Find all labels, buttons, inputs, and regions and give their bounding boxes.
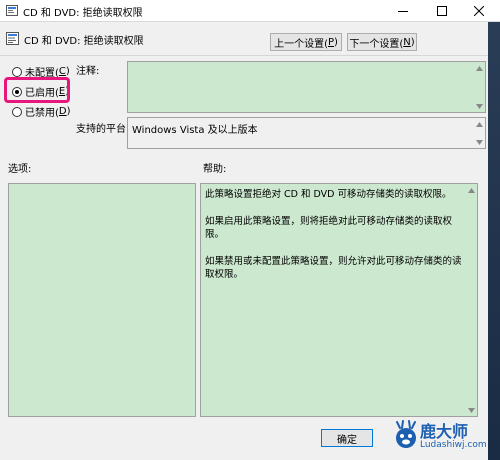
options-label: 选项: <box>8 164 32 175</box>
maximize-icon <box>437 6 447 16</box>
title-bar[interactable]: CD 和 DVD: 拒绝读取权限 <box>0 0 500 22</box>
supported-scroll-up-icon[interactable] <box>474 119 484 129</box>
app-icon <box>6 5 18 16</box>
policy-icon <box>6 32 19 45</box>
supported-on-label: 支持的平台: <box>76 124 130 135</box>
next-setting-accesskey: N <box>403 36 411 48</box>
watermark-name: 鹿大师 <box>420 422 469 441</box>
help-paragraph-3: 如果禁用或未配置此策略设置，则允许对此可移动存储类的读取权限。 <box>205 256 462 280</box>
help-paragraph-1: 此策略设置拒绝对 CD 和 DVD 可移动存储类的读取权限。 <box>205 189 452 200</box>
maximize-button[interactable] <box>425 0 459 22</box>
supported-on-field: Windows Vista 及以上版本 <box>127 117 486 149</box>
next-setting-label: 下一个设置( <box>349 38 404 50</box>
minimize-button[interactable] <box>386 0 420 22</box>
comment-label: 注释: <box>76 66 100 77</box>
comment-scroll-up-icon[interactable] <box>474 63 484 73</box>
desktop-background <box>488 22 500 460</box>
minimize-icon <box>398 6 408 16</box>
next-setting-button[interactable]: 下一个设置(N) <box>347 33 417 51</box>
ludashi-logo-icon <box>392 420 420 450</box>
radio-disabled[interactable]: 已禁用(D) <box>12 104 71 119</box>
previous-setting-label: 上一个设置( <box>274 38 328 50</box>
previous-setting-label-end: ) <box>334 36 338 48</box>
comment-textarea[interactable] <box>127 61 486 113</box>
header-divider <box>0 55 488 56</box>
radio-not-configured-accesskey: C <box>58 66 66 77</box>
radio-button-disabled[interactable] <box>12 106 22 117</box>
help-paragraph-2: 如果启用此策略设置，则将拒绝对此可移动存储类的读取权限。 <box>205 216 453 240</box>
ok-button[interactable]: 确定 <box>321 429 373 447</box>
radio-disabled-accesskey: D <box>58 106 67 117</box>
policy-title: CD 和 DVD: 拒绝读取权限 <box>24 36 144 47</box>
radio-disabled-label-end: ) <box>66 106 71 117</box>
help-label: 帮助: <box>203 164 227 175</box>
options-panel[interactable] <box>8 183 196 417</box>
window-title: CD 和 DVD: 拒绝读取权限 <box>23 8 143 19</box>
close-icon <box>474 6 484 16</box>
close-button[interactable] <box>462 0 496 22</box>
supported-scroll-down-icon[interactable] <box>474 137 484 147</box>
watermark-url: Ludashiwj.com <box>420 440 487 450</box>
next-setting-label-end: ) <box>410 36 415 48</box>
help-scroll-down-icon[interactable] <box>466 405 476 415</box>
radio-disabled-label: 已禁用( <box>25 108 59 119</box>
help-scroll-up-icon[interactable] <box>466 185 476 195</box>
radio-button-not-configured[interactable] <box>12 66 22 77</box>
help-panel[interactable]: 此策略设置拒绝对 CD 和 DVD 可移动存储类的读取权限。 如果启用此策略设置… <box>200 183 478 417</box>
supported-on-value: Windows Vista 及以上版本 <box>132 125 258 136</box>
comment-scroll-down-icon[interactable] <box>474 101 484 111</box>
annotation-highlight-box <box>4 77 70 103</box>
radio-not-configured-label-end: ) <box>65 66 70 77</box>
previous-setting-button[interactable]: 上一个设置(P) <box>270 33 342 51</box>
